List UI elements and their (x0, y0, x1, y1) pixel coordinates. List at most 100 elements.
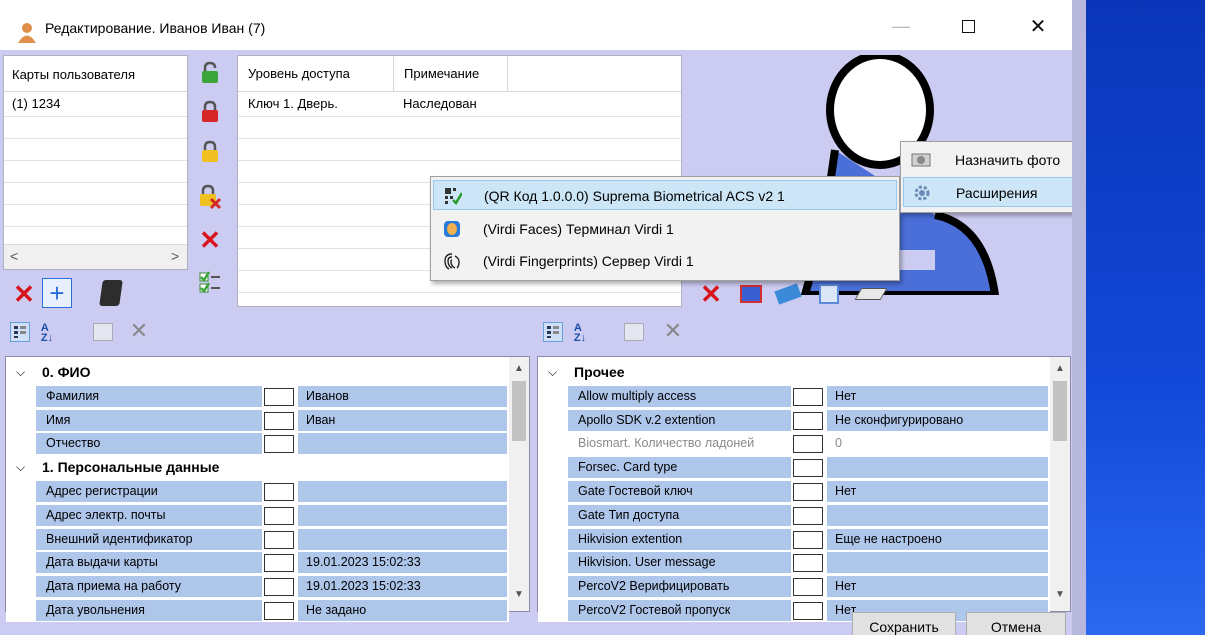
property-row[interactable]: Forsec. Card type (538, 456, 1050, 480)
property-row[interactable]: Hikvision extention Еще не настроено (538, 527, 1050, 551)
property-row[interactable]: PercoV2 Верифицировать Нет (538, 575, 1050, 599)
categorized-view-icon-right[interactable] (543, 322, 563, 342)
property-row[interactable]: Дата выдачи карты 19.01.2023 15:02:33 (6, 551, 509, 575)
property-value-box[interactable] (793, 530, 823, 549)
property-value-box[interactable] (264, 602, 294, 620)
col-header-note[interactable]: Примечание (394, 56, 508, 92)
property-value[interactable]: Иван (306, 409, 335, 432)
submenu-item-virdi-fingerprints[interactable]: (Virdi Fingerprints) Сервер Virdi 1 (433, 246, 897, 276)
property-row[interactable]: Дата увольнения Не задано (6, 599, 509, 622)
property-row[interactable]: Allow multiply access Нет (538, 384, 1050, 408)
property-value-box[interactable] (264, 554, 294, 573)
menu-item-assign-photo[interactable]: Назначить фото ▶ (903, 145, 1072, 175)
submenu-item-qr[interactable]: (QR Код 1.0.0.0) Suprema Biometrical ACS… (433, 180, 897, 210)
checklist-icon[interactable] (195, 268, 225, 298)
col-header-level[interactable]: Уровень доступа (238, 56, 394, 92)
property-category[interactable]: ⌵ Прочее (538, 361, 1050, 384)
collapse-chevron-icon[interactable]: ⌵ (16, 456, 25, 479)
property-value-box[interactable] (793, 506, 823, 525)
save-button[interactable]: Сохранить (852, 612, 956, 635)
right-property-grid[interactable]: ⌵ Прочее Allow multiply access Нет Apollo SD… (537, 356, 1071, 622)
property-pages-icon[interactable] (93, 323, 113, 341)
property-row[interactable]: Hikvision. User message (538, 551, 1050, 575)
sort-az-icon[interactable]: A Z↓ (37, 322, 57, 344)
property-row[interactable]: Biosmart. Количество ладоней 0 (538, 432, 1050, 456)
property-value-box[interactable] (793, 578, 823, 597)
access-note-cell[interactable]: Наследован (403, 96, 477, 111)
scroll-up-icon[interactable]: ▲ (514, 363, 524, 374)
collapse-chevron-icon[interactable]: ⌵ (548, 361, 557, 384)
scroll-thumb[interactable] (512, 381, 526, 441)
clear-icon[interactable]: ✕ (128, 318, 150, 343)
scroll-down-icon[interactable]: ▼ (1055, 589, 1065, 600)
property-value-box[interactable] (264, 578, 294, 597)
card-item[interactable]: (1) 1234 (12, 96, 60, 111)
property-category[interactable]: ⌵ 1. Персональные данные (6, 456, 509, 480)
clear-icon-right[interactable]: ✕ (662, 318, 684, 343)
lock-green-icon[interactable] (195, 58, 225, 88)
property-row[interactable]: Фамилия Иванов (6, 384, 509, 408)
property-value-box[interactable] (264, 387, 294, 406)
scroll-left-icon[interactable]: < (10, 248, 18, 264)
photo-file-icon[interactable] (737, 280, 765, 308)
scroll-thumb[interactable] (1053, 381, 1067, 441)
scanner-icon[interactable] (854, 280, 888, 308)
property-value[interactable]: 19.01.2023 15:02:33 (306, 551, 421, 574)
property-value[interactable]: Нет (835, 385, 856, 408)
delete-photo-icon[interactable]: ✕ (697, 279, 725, 309)
add-card-icon[interactable]: + (42, 278, 72, 308)
property-value[interactable]: Нет (835, 575, 856, 598)
camera-icon[interactable] (773, 280, 803, 308)
scroll-up-icon[interactable]: ▲ (1055, 363, 1065, 374)
lock-yellow-icon[interactable] (195, 137, 225, 167)
menu-item-extensions[interactable]: Расширения ▶ (903, 177, 1072, 207)
property-row[interactable]: Адрес регистрации (6, 480, 509, 503)
cancel-button[interactable]: Отмена (966, 612, 1066, 635)
property-value-box[interactable] (793, 435, 823, 454)
property-row[interactable]: Имя Иван (6, 408, 509, 432)
property-value-box[interactable] (264, 530, 294, 549)
property-value[interactable]: 0 (835, 432, 842, 455)
maximize-button[interactable] (945, 10, 991, 42)
submenu-item-virdi-faces[interactable]: (Virdi Faces) Терминал Virdi 1 (433, 214, 897, 244)
scroll-down-icon[interactable]: ▼ (514, 589, 524, 600)
delete-card-icon[interactable]: ✕ (10, 279, 38, 309)
left-property-grid[interactable]: ⌵ 0. ФИО Фамилия Иванов Имя Иван Отчество ⌵ 1. П… (5, 356, 530, 622)
close-button[interactable]: ✕ (1015, 10, 1061, 42)
minimize-button[interactable]: — (878, 10, 924, 42)
property-value-box[interactable] (793, 411, 823, 430)
property-row[interactable]: Отчество (6, 432, 509, 456)
property-value[interactable]: 19.01.2023 15:02:33 (306, 575, 421, 598)
sort-az-icon-right[interactable]: A Z↓ (570, 322, 590, 344)
property-value-box[interactable] (793, 387, 823, 406)
lock-red-icon[interactable] (195, 97, 225, 127)
property-row[interactable]: Адрес электр. почты (6, 503, 509, 527)
property-value-box[interactable] (793, 602, 823, 620)
categorized-view-icon[interactable] (10, 322, 30, 342)
horizontal-scrollbar[interactable]: < > (4, 244, 187, 269)
access-level-cell[interactable]: Ключ 1. Дверь. (248, 96, 338, 111)
scroll-right-icon[interactable]: > (171, 248, 179, 264)
property-value-box[interactable] (264, 483, 294, 501)
property-value-box[interactable] (793, 483, 823, 501)
vertical-scrollbar[interactable]: ▲ ▼ (1050, 357, 1070, 611)
property-row[interactable]: Gate Тип доступа (538, 503, 1050, 527)
property-value-box[interactable] (264, 411, 294, 430)
property-row[interactable]: Дата приема на работу 19.01.2023 15:02:33 (6, 575, 509, 599)
delete-access-icon[interactable]: ✕ (195, 225, 225, 255)
lock-remove-icon[interactable] (195, 182, 225, 212)
property-value[interactable]: Не сконфигурировано (835, 409, 963, 432)
property-category[interactable]: ⌵ 0. ФИО (6, 361, 509, 384)
collapse-chevron-icon[interactable]: ⌵ (16, 361, 25, 384)
property-row[interactable]: Gate Гостевой ключ Нет (538, 480, 1050, 503)
vertical-scrollbar[interactable]: ▲ ▼ (509, 357, 529, 611)
property-value-box[interactable] (793, 554, 823, 573)
property-value-box[interactable] (264, 506, 294, 525)
property-value-box[interactable] (793, 459, 823, 478)
property-value[interactable]: Нет (835, 480, 856, 503)
image-edit-icon[interactable] (815, 280, 843, 308)
card-reader-icon[interactable] (97, 278, 125, 308)
cards-list[interactable]: Карты пользователя (1) 1234 < > (3, 55, 188, 270)
property-value-box[interactable] (264, 435, 294, 454)
property-value[interactable]: Не задано (306, 599, 366, 622)
